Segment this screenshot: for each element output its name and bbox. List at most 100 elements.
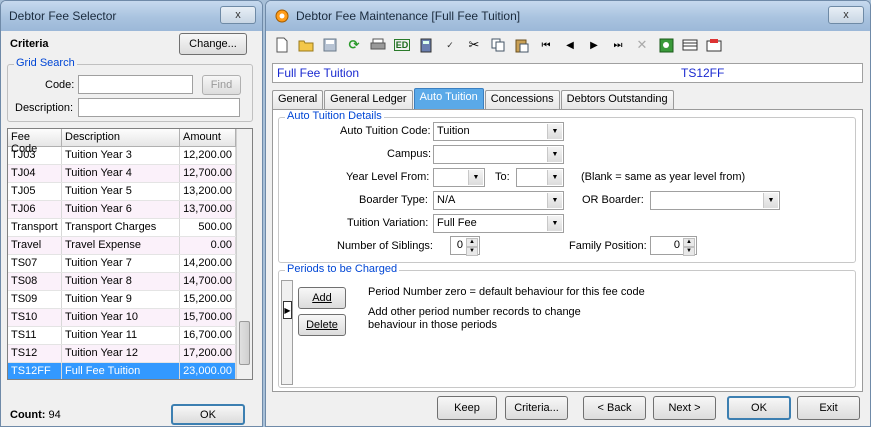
spellcheck-icon[interactable]: ✓: [438, 34, 462, 56]
keep-button[interactable]: Keep: [437, 396, 497, 420]
period-note-1: Period Number zero = default behaviour f…: [368, 286, 645, 298]
col-header-amount[interactable]: Amount: [180, 129, 236, 146]
cut-icon[interactable]: ✂: [462, 34, 486, 56]
siblings-stepper-arrows[interactable]: ▲ ▼: [466, 238, 478, 256]
maintenance-close-button[interactable]: x: [828, 6, 864, 24]
or-boarder-select[interactable]: ▼: [650, 191, 780, 210]
year-level-from-select[interactable]: ▼: [433, 168, 485, 187]
edit-mode-icon[interactable]: ED: [390, 34, 414, 56]
refresh-icon[interactable]: ⟳: [342, 34, 366, 56]
tuition-variation-select[interactable]: Full Fee ▼: [433, 214, 564, 233]
report-icon[interactable]: [702, 34, 726, 56]
find-button[interactable]: Find: [202, 75, 241, 95]
chevron-down-icon[interactable]: ▼: [763, 193, 778, 208]
table-row[interactable]: TS12FF Full Fee Tuition 23,000.00: [8, 363, 252, 379]
year-level-from-label: Year Level From:: [346, 171, 430, 183]
change-criteria-button[interactable]: Change...: [179, 33, 247, 55]
chevron-down-icon[interactable]: ▼: [547, 216, 562, 231]
periods-record-selector[interactable]: ▶: [281, 280, 293, 385]
next-record-icon[interactable]: ▶: [582, 34, 606, 56]
back-button[interactable]: < Back: [583, 396, 646, 420]
ok-button[interactable]: OK: [727, 396, 791, 420]
calculator-icon[interactable]: [414, 34, 438, 56]
code-search-input[interactable]: [78, 75, 193, 94]
count-label-text: Count:: [10, 409, 46, 421]
previous-record-icon[interactable]: ◀: [558, 34, 582, 56]
delete-period-button[interactable]: Delete: [298, 314, 346, 336]
fee-grid[interactable]: Fee Code Description Amount TJ03 Tuition …: [7, 128, 253, 380]
or-boarder-label: OR Boarder:: [582, 194, 644, 206]
first-record-icon[interactable]: ⏮: [534, 34, 558, 56]
table-row[interactable]: TS07 Tuition Year 7 14,200.00: [8, 255, 252, 273]
year-level-to-select[interactable]: ▼: [516, 168, 564, 187]
auto-tuition-details-title: Auto Tuition Details: [285, 110, 384, 122]
fee-code-cell: TJ06: [8, 201, 62, 218]
maintenance-titlebar[interactable]: Debtor Fee Maintenance [Full Fee Tuition…: [266, 1, 870, 31]
table-row[interactable]: Transport Transport Charges 500.00: [8, 219, 252, 237]
save-icon[interactable]: [318, 34, 342, 56]
table-row[interactable]: TJ04 Tuition Year 4 12,700.00: [8, 165, 252, 183]
up-arrow-icon[interactable]: ▲: [683, 238, 695, 247]
down-arrow-icon[interactable]: ▼: [466, 247, 478, 256]
tab-general[interactable]: General: [272, 90, 324, 109]
open-folder-icon[interactable]: [294, 34, 318, 56]
boarder-type-label: Boarder Type:: [359, 194, 428, 206]
fee-code-cell: TS12: [8, 345, 62, 362]
table-row[interactable]: TJ06 Tuition Year 6 13,700.00: [8, 201, 252, 219]
family-position-stepper-arrows[interactable]: ▲ ▼: [683, 238, 695, 256]
amount-cell: 14,200.00: [180, 255, 236, 272]
chevron-down-icon[interactable]: ▼: [547, 147, 562, 162]
selector-ok-button[interactable]: OK: [171, 404, 245, 425]
table-row[interactable]: TS11 Tuition Year 11 16,700.00: [8, 327, 252, 345]
fee-grid-header: Fee Code Description Amount: [8, 129, 252, 155]
description-cell: Tuition Year 3: [62, 147, 180, 164]
selector-close-button[interactable]: x: [220, 6, 256, 24]
selector-titlebar[interactable]: Debtor Fee Selector x: [1, 1, 262, 31]
amount-cell: 16,700.00: [180, 327, 236, 344]
col-header-description[interactable]: Description: [62, 129, 180, 146]
down-arrow-icon[interactable]: ▼: [683, 247, 695, 256]
count-value: 94: [48, 409, 61, 421]
find-record-icon[interactable]: [654, 34, 678, 56]
print-icon[interactable]: [366, 34, 390, 56]
new-icon[interactable]: [270, 34, 294, 56]
tab-general-ledger[interactable]: General Ledger: [324, 90, 413, 109]
table-row[interactable]: TS08 Tuition Year 8 14,700.00: [8, 273, 252, 291]
up-arrow-icon[interactable]: ▲: [466, 238, 478, 247]
copy-icon[interactable]: [486, 34, 510, 56]
next-button[interactable]: Next >: [653, 396, 716, 420]
grid-view-icon[interactable]: [678, 34, 702, 56]
tab-auto-tuition[interactable]: Auto Tuition: [413, 88, 484, 109]
delete-record-icon[interactable]: ✕: [630, 34, 654, 56]
fee-grid-scroll-thumb[interactable]: [239, 321, 250, 365]
table-row[interactable]: TS10 Tuition Year 10 15,700.00: [8, 309, 252, 327]
amount-cell: 13,200.00: [180, 183, 236, 200]
chevron-down-icon[interactable]: ▼: [468, 170, 483, 185]
chevron-down-icon[interactable]: ▼: [547, 193, 562, 208]
table-row[interactable]: TS12 Tuition Year 12 17,200.00: [8, 345, 252, 363]
table-row[interactable]: TS09 Tuition Year 9 15,200.00: [8, 291, 252, 309]
paste-icon[interactable]: [510, 34, 534, 56]
fee-grid-scrollbar[interactable]: [236, 129, 252, 379]
family-position-stepper[interactable]: 0 ▲ ▼: [650, 236, 697, 256]
boarder-type-select[interactable]: N/A ▼: [433, 191, 564, 210]
fee-code-cell: TS07: [8, 255, 62, 272]
last-record-icon[interactable]: ⏭: [606, 34, 630, 56]
criteria-button[interactable]: Criteria...: [505, 396, 568, 420]
chevron-down-icon[interactable]: ▼: [547, 170, 562, 185]
table-row[interactable]: TJ05 Tuition Year 5 13,200.00: [8, 183, 252, 201]
col-header-fee-code[interactable]: Fee Code: [8, 129, 62, 155]
period-note-3: behaviour in those periods: [368, 319, 498, 331]
table-row[interactable]: Travel Travel Expense 0.00: [8, 237, 252, 255]
add-period-button[interactable]: Add: [298, 287, 346, 309]
exit-button[interactable]: Exit: [797, 396, 860, 420]
tab-concessions[interactable]: Concessions: [484, 90, 560, 109]
fee-code-cell: TJ05: [8, 183, 62, 200]
table-row[interactable]: TJ03 Tuition Year 3 12,200.00: [8, 147, 252, 165]
campus-select[interactable]: ▼: [433, 145, 564, 164]
siblings-stepper[interactable]: 0 ▲ ▼: [450, 236, 480, 256]
chevron-down-icon[interactable]: ▼: [547, 124, 562, 139]
tab-debtors-outstanding[interactable]: Debtors Outstanding: [560, 90, 674, 109]
description-search-input[interactable]: [78, 98, 240, 117]
auto-tuition-code-select[interactable]: Tuition ▼: [433, 122, 564, 141]
